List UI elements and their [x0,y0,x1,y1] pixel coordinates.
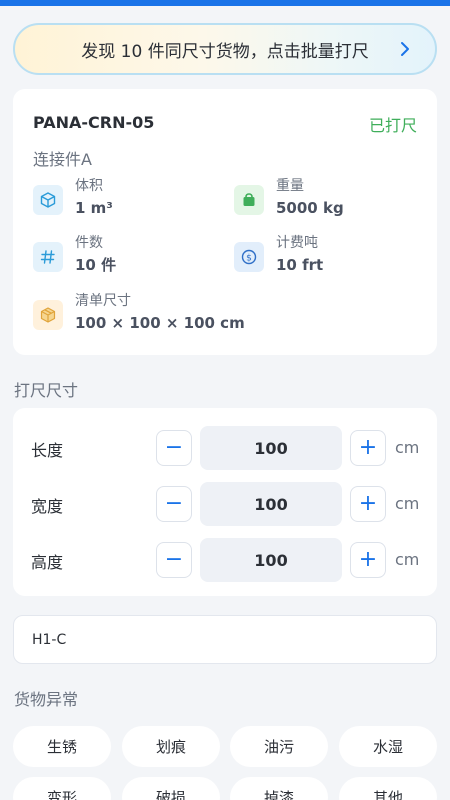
dollar-coin-icon: $ [234,242,264,272]
anomaly-tag[interactable]: 水湿 [339,726,437,767]
width-input[interactable]: 100 [200,482,342,526]
weight-bag-icon [234,185,264,215]
chevron-right-icon [401,42,409,56]
anomaly-tag[interactable]: 其他 [339,777,437,800]
dimension-row-length: 长度 − 100 + cm [13,426,437,470]
dimension-row-width: 宽度 − 100 + cm [13,482,437,526]
package-icon [33,300,63,330]
metric-label: 重量 [276,178,304,194]
metric-value: 5000 kg [276,199,344,217]
metric-value: 10 件 [75,256,117,274]
unit-label: cm [395,550,420,569]
batch-banner-text: 发现 10 件同尺寸货物，点击批量打尺 [81,41,369,62]
metric-freight-ton: $ 计费吨 10 frt [234,234,323,276]
dimensions-card: 长度 − 100 + cm 宽度 − 100 + cm 高度 − 100 + c… [13,408,437,596]
metric-pieces: 件数 10 件 [33,234,116,276]
height-input[interactable]: 100 [200,538,342,582]
metric-value: 100 × 100 × 100 cm [75,314,245,332]
dimensions-section-title: 打尺尺寸 [14,381,79,400]
metric-label: 件数 [75,235,103,251]
metric-weight: 重量 5000 kg [234,177,344,219]
anomaly-section-title: 货物异常 [14,690,79,709]
metric-value: 10 frt [276,256,324,274]
increment-button[interactable]: + [350,486,386,522]
increment-button[interactable]: + [350,430,386,466]
metric-volume: 体积 1 m³ [33,177,113,219]
length-input[interactable]: 100 [200,426,342,470]
decrement-button[interactable]: − [156,430,192,466]
status-badge: 已打尺 [368,116,417,135]
batch-measure-banner[interactable]: 发现 10 件同尺寸货物，点击批量打尺 [13,23,437,75]
dimension-label: 宽度 [31,497,64,516]
metric-label: 体积 [75,178,103,194]
cargo-code: PANA-CRN-05 [33,113,155,132]
hash-icon [33,242,63,272]
metric-label: 清单尺寸 [75,293,131,309]
anomaly-tag[interactable]: 划痕 [122,726,220,767]
top-accent-strip [0,0,450,6]
cube-icon [33,185,63,215]
metric-manifest-size: 清单尺寸 100 × 100 × 100 cm [33,292,245,334]
decrement-button[interactable]: − [156,542,192,578]
anomaly-tag[interactable]: 掉漆 [230,777,328,800]
cargo-name: 连接件A [33,150,92,169]
anomaly-tag[interactable]: 油污 [230,726,328,767]
cargo-info-card: PANA-CRN-05 已打尺 连接件A 体积 1 m³ 重量 5000 kg … [13,89,437,355]
anomaly-tag[interactable]: 生锈 [13,726,111,767]
anomaly-tag[interactable]: 变形 [13,777,111,800]
unit-label: cm [395,438,420,457]
metric-value: 1 m³ [75,199,113,217]
location-field[interactable]: H1-C [13,615,437,664]
dimension-label: 长度 [31,441,64,460]
unit-label: cm [395,494,420,513]
dimension-row-height: 高度 − 100 + cm [13,538,437,582]
decrement-button[interactable]: − [156,486,192,522]
dimension-label: 高度 [31,553,64,572]
metric-label: 计费吨 [276,235,318,251]
anomaly-tag[interactable]: 破损 [122,777,220,800]
location-value: H1-C [32,631,67,648]
svg-text:$: $ [246,254,252,264]
increment-button[interactable]: + [350,542,386,578]
